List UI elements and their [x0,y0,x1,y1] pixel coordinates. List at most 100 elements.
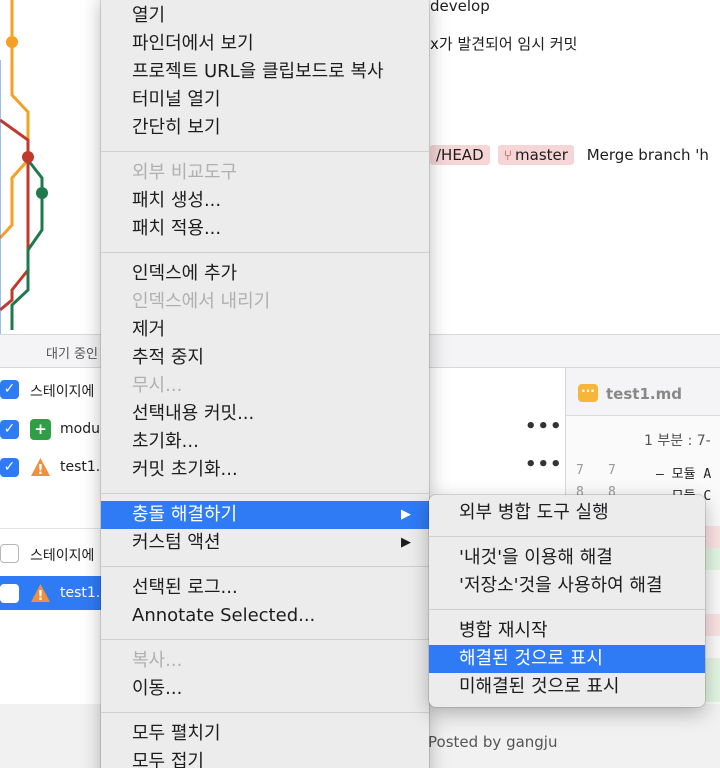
menu-item-해결된-것으로-표시[interactable]: 해결된 것으로 표시 [429,645,705,673]
pending-label: 대기 중인 [46,347,98,362]
menu-item-label: 해결된 것으로 표시 [459,648,603,669]
menu-item-충돌-해결하기[interactable]: 충돌 해결하기 ▶ [101,501,429,529]
menu-item-병합-재시작[interactable]: 병합 재시작 [429,617,705,645]
menu-item-선택내용-커밋[interactable]: 선택내용 커밋... [101,400,429,428]
svg-text:!: ! [38,589,44,604]
diff-file-name: test1.md [606,385,682,403]
context-menu: 열기파인더에서 보기프로젝트 URL을 클립보드로 복사터미널 열기간단히 보기… [101,0,429,768]
menu-item-label: '내것'을 이용해 해결 [459,547,613,568]
menu-item-커스텀-액션[interactable]: 커스텀 액션 ▶ [101,529,429,557]
old-line-number: 7 [576,463,584,478]
menu-item-제거[interactable]: 제거 [101,316,429,344]
menu-separator [429,608,705,610]
menu-item-label: 인덱스에 추가 [132,263,238,284]
menu-item-프로젝트-url을-클립보드로-복사[interactable]: 프로젝트 URL을 클립보드로 복사 [101,58,429,86]
menu-item-외부-비교도구: 외부 비교도구 [101,159,429,187]
menu-item-label: 패치 생성... [132,190,222,211]
menu-item-간단히-보기[interactable]: 간단히 보기 [101,114,429,142]
menu-item-label: 모두 펼치기 [132,723,221,744]
unstaged-all-checkbox[interactable] [0,544,19,563]
menu-item-label: 무시... [132,375,183,396]
new-line-number: 7 [608,463,616,478]
menu-item-label: 인덱스에서 내리기 [132,291,271,312]
menu-separator [101,492,429,494]
staged-header-label: 스테이지에 [30,384,95,400]
menu-item-터미널-열기[interactable]: 터미널 열기 [101,86,429,114]
menu-item-복사: 복사... [101,647,429,675]
menu-item-인덱스에-추가[interactable]: 인덱스에 추가 [101,260,429,288]
file-name: test1. [60,459,101,475]
menu-item-label: 프로젝트 URL을 클립보드로 복사 [132,61,384,82]
menu-separator [101,150,429,152]
file-checkbox[interactable]: ✓ [0,420,19,439]
diff-line: 7 7 – 모듈 A [566,460,720,482]
file-checkbox[interactable] [0,584,19,603]
commit-node-red[interactable] [22,151,34,163]
branch-icon: ⑂ [503,148,513,164]
markdown-file-icon: ··· [578,384,598,402]
menu-item-label: 제거 [132,319,166,340]
branch-name: master [515,146,568,164]
menu-item-패치-적용[interactable]: 패치 적용... [101,215,429,243]
menu-item-저장소-것을-사용하여-해결[interactable]: '저장소'것을 사용하여 해결 [429,572,705,600]
menu-item-label: 병합 재시작 [459,620,548,641]
menu-separator [101,638,429,640]
menu-item-모두-펼치기[interactable]: 모두 펼치기 [101,720,429,748]
menu-item-label: 초기화... [132,431,199,452]
menu-item-미해결된-것으로-표시[interactable]: 미해결된 것으로 표시 [429,673,705,701]
more-options-icon[interactable]: ••• [525,416,563,437]
menu-item-label: 모두 접기 [132,751,204,768]
menu-item-열기[interactable]: 열기 [101,2,429,30]
submenu-arrow-icon: ▶ [401,507,411,522]
menu-item-label: 커스텀 액션 [132,532,221,553]
branch-label: develop [430,0,490,15]
menu-separator [429,535,705,537]
staged-all-checkbox[interactable]: ✓ [0,380,19,399]
menu-item-커밋-초기화[interactable]: 커밋 초기화... [101,456,429,484]
graph-line-red [0,118,30,312]
menu-separator [101,565,429,567]
menu-item-label: '저장소'것을 사용하여 해결 [459,575,663,596]
commit-row[interactable]: x가 발견되어 임시 커밋 [430,33,577,54]
menu-item-label: 열기 [132,5,166,26]
menu-separator [101,251,429,253]
menu-item-선택된-로그[interactable]: 선택된 로그... [101,574,429,602]
menu-item-추적-중지[interactable]: 추적 중지 [101,344,429,372]
svg-text:!: ! [38,463,44,478]
menu-item-내것-을-이용해-해결[interactable]: '내것'을 이용해 해결 [429,544,705,572]
commit-row[interactable]: /HEAD ⑂ master Merge branch 'h [430,145,709,165]
master-branch-tag: ⑂ master [497,145,574,165]
remote-head-tag: /HEAD [430,145,490,165]
menu-item-초기화[interactable]: 초기화... [101,428,429,456]
menu-item-annotate-selected[interactable]: Annotate Selected... [101,602,429,630]
menu-item-인덱스에서-내리기: 인덱스에서 내리기 [101,288,429,316]
file-checkbox[interactable]: ✓ [0,458,19,477]
commit-node-orange[interactable] [6,36,18,48]
file-name: modu [60,421,100,437]
menu-item-외부-병합-도구-실행[interactable]: 외부 병합 도구 실행 [429,499,705,527]
posted-by-text: Posted by gangju [428,733,558,751]
diff-file-header: ··· test1.md [566,368,720,416]
unstaged-header-label: 스테이지에 [30,548,95,564]
warning-icon: ! [31,584,50,604]
menu-item-label: 패치 적용... [132,218,222,239]
menu-item-파인더에서-보기[interactable]: 파인더에서 보기 [101,30,429,58]
conflict-submenu: 외부 병합 도구 실행 '내것'을 이용해 해결 '저장소'것을 사용하여 해결병합… [429,495,705,707]
menu-item-무시: 무시... [101,372,429,400]
commit-message: Merge branch 'h [586,146,709,164]
menu-item-이동[interactable]: 이동... [101,675,429,703]
menu-item-label: 선택된 로그... [132,577,238,598]
menu-item-모두-접기[interactable]: 모두 접기 [101,748,429,768]
menu-item-label: 미해결된 것으로 표시 [459,676,620,697]
hunk-label: 1 부분 : 7- [644,433,711,449]
menu-item-패치-생성[interactable]: 패치 생성... [101,187,429,215]
menu-item-label: 이동... [132,678,183,699]
commit-node-green[interactable] [36,187,48,199]
menu-item-label: 터미널 열기 [132,89,221,110]
more-options-icon[interactable]: ••• [525,454,563,475]
commit-row[interactable]: develop [430,0,490,15]
menu-item-label: 추적 중지 [132,347,204,368]
menu-item-label: 간단히 보기 [132,117,221,138]
menu-item-label: 커밋 초기화... [132,459,238,480]
graph-line-orange [0,0,30,240]
